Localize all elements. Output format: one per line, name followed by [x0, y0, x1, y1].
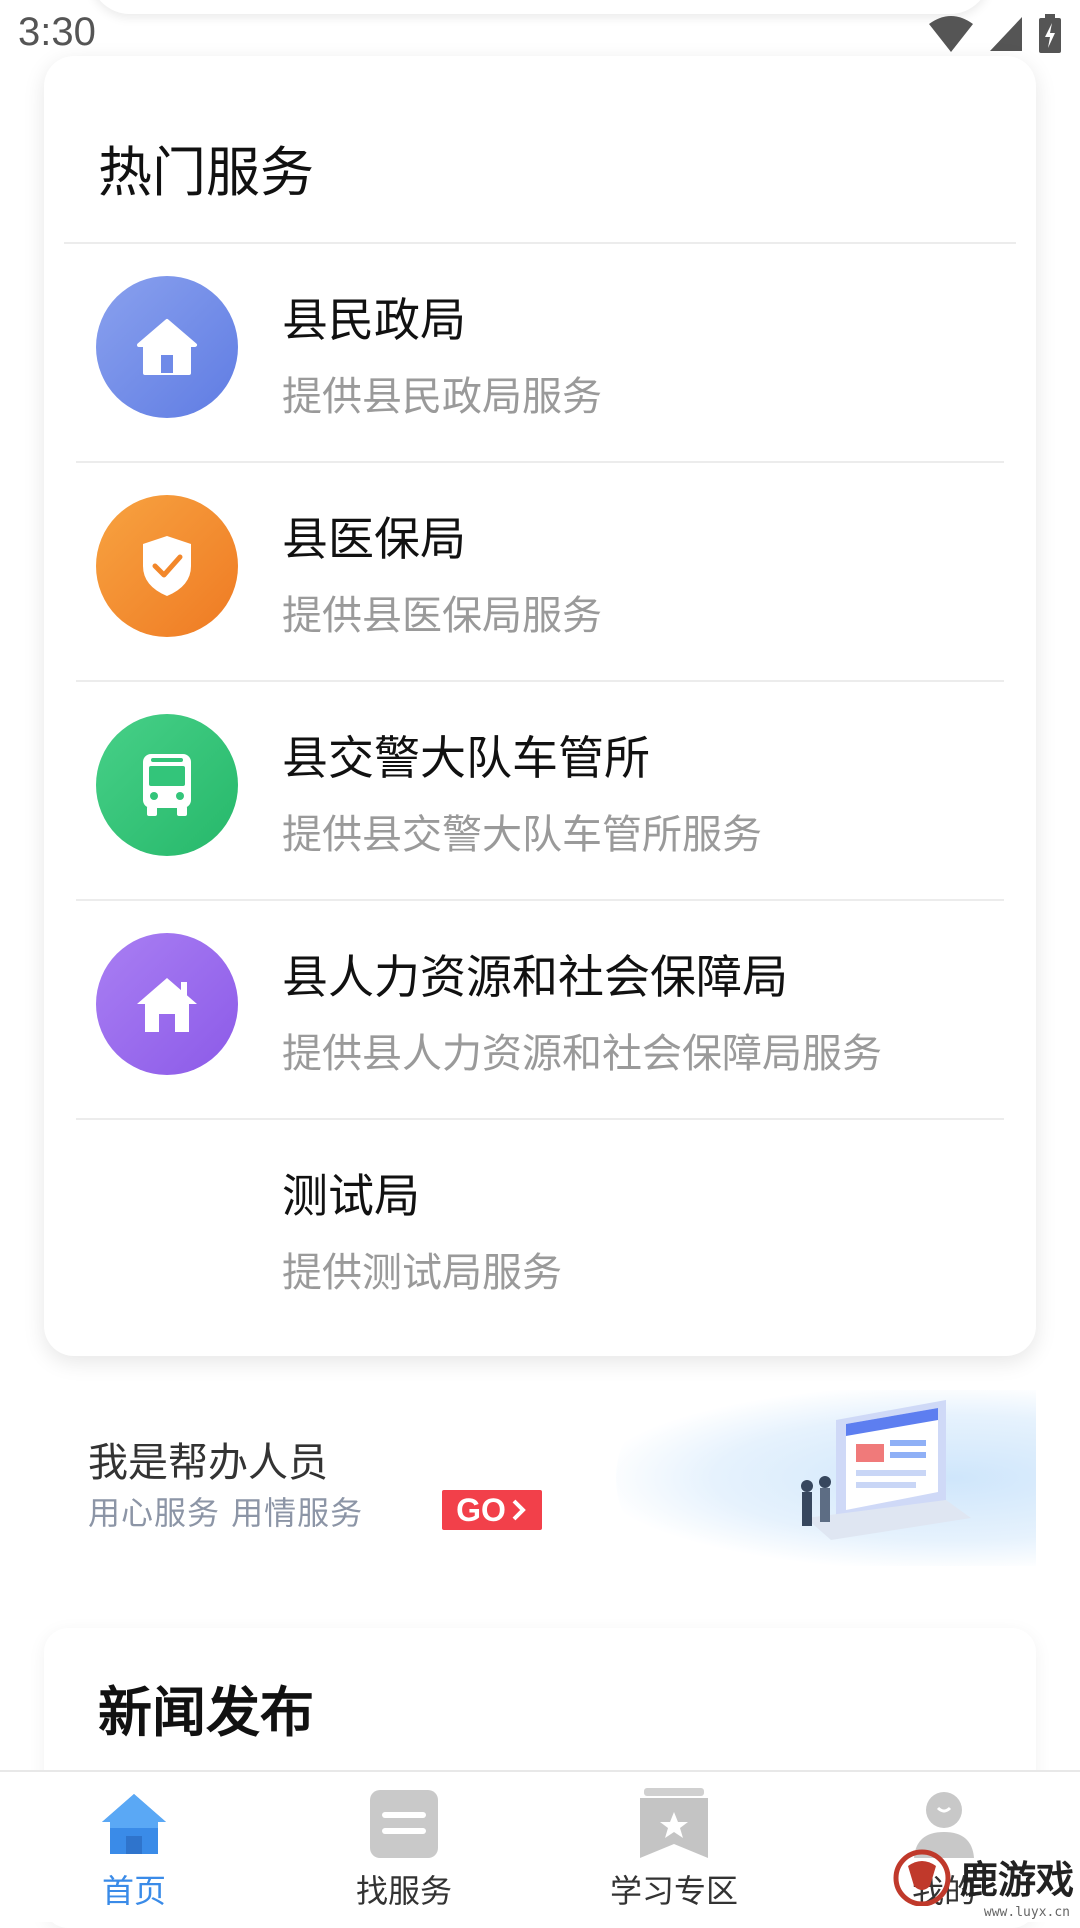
bus-icon [96, 714, 238, 856]
service-desc: 提供县交警大队车管所服务 [282, 812, 762, 858]
chevron-right-icon [512, 1499, 526, 1521]
service-name: 县人力资源和社会保障局 [282, 950, 788, 1004]
service-desc: 提供测试局服务 [282, 1250, 562, 1296]
service-list: 县民政局 提供县民政局服务 县医保局 提供县医保局服务 县交警大队车管所 提供县… [44, 244, 1036, 1339]
service-desc: 提供县医保局服务 [282, 593, 602, 639]
shield-check-icon [96, 495, 238, 637]
hot-services-card: 热门服务 县民政局 提供县民政局服务 县医保局 提供县医保局服务 县交警大队车管… [44, 56, 1036, 1356]
service-name: 测试局 [282, 1169, 420, 1223]
go-button[interactable]: GO [442, 1490, 542, 1530]
helper-banner[interactable]: 我是帮办人员 用心服务 用情服务 GO [44, 1390, 1036, 1566]
tab-home[interactable]: 首页 [34, 1772, 234, 1922]
watermark-text: 鹿游戏 [959, 1856, 1074, 1902]
battery-icon [1039, 14, 1061, 53]
signal-icon [990, 17, 1022, 51]
bookmark-tab-icon [640, 1788, 708, 1858]
banner-title: 我是帮办人员 [88, 1440, 328, 1486]
service-name: 县交警大队车管所 [282, 731, 650, 785]
deer-logo-icon [893, 1849, 951, 1906]
wifi-icon [929, 16, 973, 52]
service-name: 县民政局 [282, 293, 466, 347]
go-label: GO [456, 1491, 506, 1528]
watermark: 鹿游戏 [890, 1846, 1074, 1906]
house-icon [96, 933, 238, 1075]
tab-label: 学习专区 [609, 1872, 738, 1910]
news-title: 新闻发布 [98, 1681, 314, 1744]
watermark-url: www.luyx.cn [983, 1905, 1070, 1920]
banner-subtitle: 用心服务 用情服务 [88, 1494, 364, 1532]
service-desc: 提供县人力资源和社会保障局服务 [282, 1031, 882, 1077]
tab-find-service[interactable]: 找服务 [304, 1772, 504, 1922]
service-item-medical-insurance[interactable]: 县医保局 提供县医保局服务 [44, 463, 1036, 682]
home-tab-icon [102, 1794, 166, 1854]
service-item-human-resources[interactable]: 县人力资源和社会保障局 提供县人力资源和社会保障局服务 [44, 901, 1036, 1120]
service-desc: 提供县民政局服务 [282, 374, 602, 420]
service-item-test-bureau[interactable]: 测试局 提供测试局服务 [44, 1120, 1036, 1339]
home-icon [96, 276, 238, 418]
service-item-civil-affairs[interactable]: 县民政局 提供县民政局服务 [44, 244, 1036, 463]
tab-label: 首页 [101, 1872, 166, 1910]
tab-label: 找服务 [355, 1872, 452, 1910]
status-icons [928, 14, 1062, 54]
tab-study-zone[interactable]: 学习专区 [574, 1772, 774, 1922]
service-item-traffic-police[interactable]: 县交警大队车管所 提供县交警大队车管所服务 [44, 682, 1036, 901]
service-name: 县医保局 [282, 512, 466, 566]
laptop-handshake-illustration [801, 1400, 971, 1540]
hot-services-title: 热门服务 [98, 141, 314, 204]
status-time: 3:30 [18, 10, 96, 54]
list-tab-icon [370, 1790, 438, 1858]
